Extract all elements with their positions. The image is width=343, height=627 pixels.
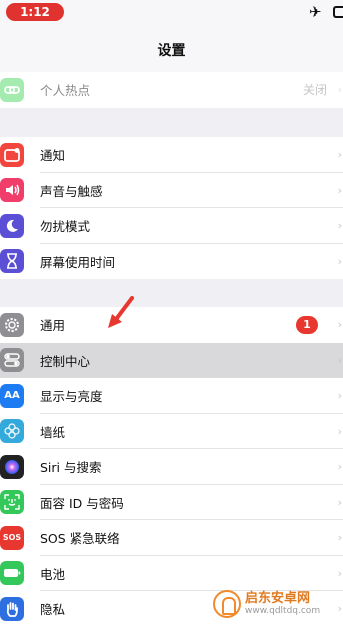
battery-status-icon bbox=[333, 6, 343, 18]
settings-row-face-id[interactable]: 面容 ID 与密码 › bbox=[0, 485, 343, 520]
settings-group-general: 通用 1 › 控制中心 › AA 显示与亮度 › 墙纸 › Siri 与搜索 › bbox=[0, 307, 343, 627]
chevron-right-icon: › bbox=[337, 318, 342, 332]
settings-row-label: 通知 bbox=[40, 148, 66, 164]
moon-icon bbox=[0, 213, 24, 238]
settings-row-sounds[interactable]: 声音与触感 › bbox=[0, 173, 343, 208]
settings-row-label: 个人热点 bbox=[40, 83, 91, 99]
wallpaper-icon bbox=[0, 419, 24, 444]
chevron-right-icon: › bbox=[337, 183, 342, 197]
gear-icon bbox=[0, 312, 24, 337]
sounds-icon bbox=[0, 178, 24, 203]
battery-icon bbox=[0, 561, 24, 586]
chevron-right-icon: › bbox=[337, 566, 342, 580]
settings-row-display[interactable]: AA 显示与亮度 › bbox=[0, 378, 343, 414]
settings-row-label: 隐私 bbox=[40, 602, 66, 618]
settings-row-label: 墙纸 bbox=[40, 424, 66, 440]
settings-row-label: 勿扰模式 bbox=[40, 219, 91, 235]
toggles-icon bbox=[0, 348, 24, 373]
chevron-right-icon: › bbox=[337, 424, 342, 438]
settings-row-label: 声音与触感 bbox=[40, 183, 103, 199]
settings-group-network: 个人热点 关闭 › bbox=[0, 72, 343, 108]
chevron-right-icon: › bbox=[337, 219, 342, 233]
hourglass-icon bbox=[0, 249, 24, 274]
chevron-right-icon: › bbox=[337, 389, 342, 403]
nav-bar: 设置 bbox=[0, 26, 343, 73]
settings-row-general[interactable]: 通用 1 › bbox=[0, 307, 343, 343]
sos-icon: SOS bbox=[0, 525, 24, 550]
hotspot-status-value: 关闭 bbox=[302, 83, 327, 98]
airplane-mode-icon: ✈ bbox=[309, 3, 322, 21]
settings-row-notifications[interactable]: 通知 › bbox=[0, 137, 343, 173]
settings-row-label: 屏幕使用时间 bbox=[40, 254, 116, 270]
watermark-title: 启东安卓网 bbox=[245, 591, 311, 606]
settings-row-control-center[interactable]: 控制中心 › bbox=[0, 342, 343, 378]
faceid-icon bbox=[0, 490, 24, 515]
siri-icon bbox=[0, 454, 24, 479]
settings-row-siri[interactable]: Siri 与搜索 › bbox=[0, 449, 343, 485]
watermark-text: 启东安卓网 www.qdltdq.com bbox=[245, 591, 320, 617]
settings-row-label: 面容 ID 与密码 bbox=[40, 495, 124, 511]
settings-row-label: SOS 紧急联络 bbox=[40, 531, 120, 547]
settings-row-label: 控制中心 bbox=[40, 353, 91, 369]
settings-row-label: 通用 bbox=[40, 318, 66, 334]
settings-row-wallpaper[interactable]: 墙纸 › bbox=[0, 414, 343, 449]
chevron-right-icon: › bbox=[337, 460, 342, 474]
hotspot-icon bbox=[0, 77, 24, 102]
settings-row-do-not-disturb[interactable]: 勿扰模式 › bbox=[0, 208, 343, 244]
chevron-right-icon: › bbox=[337, 148, 342, 162]
settings-row-hotspot[interactable]: 个人热点 关闭 › bbox=[0, 72, 343, 108]
chevron-right-icon: › bbox=[337, 83, 342, 97]
status-time: 1:12 bbox=[6, 3, 64, 21]
settings-row-screen-time[interactable]: 屏幕使用时间 › bbox=[0, 244, 343, 280]
settings-row-sos[interactable]: SOS SOS 紧急联络 › bbox=[0, 520, 343, 556]
settings-row-label: 电池 bbox=[40, 566, 66, 582]
chevron-right-icon: › bbox=[337, 254, 342, 268]
notifications-icon bbox=[0, 142, 24, 167]
settings-group-notifications: 通知 › 声音与触感 › 勿扰模式 › 屏幕使用时间 › bbox=[0, 137, 343, 279]
hand-icon bbox=[0, 596, 24, 621]
watermark: 启东安卓网 www.qdltdq.com bbox=[213, 586, 343, 622]
chevron-right-icon: › bbox=[337, 531, 342, 545]
status-bar: 1:12 ✈ bbox=[0, 0, 343, 26]
update-badge: 1 bbox=[296, 315, 318, 334]
chevron-right-icon: › bbox=[337, 495, 342, 509]
page-title: 设置 bbox=[157, 43, 186, 59]
settings-row-label: 显示与亮度 bbox=[40, 389, 103, 405]
chevron-right-icon: › bbox=[337, 353, 342, 367]
annotation-arrow-icon bbox=[108, 296, 134, 328]
settings-row-label: Siri 与搜索 bbox=[40, 460, 102, 476]
display-icon: AA bbox=[0, 383, 24, 408]
watermark-logo-icon bbox=[213, 590, 241, 618]
watermark-url: www.qdltdq.com bbox=[245, 606, 321, 616]
